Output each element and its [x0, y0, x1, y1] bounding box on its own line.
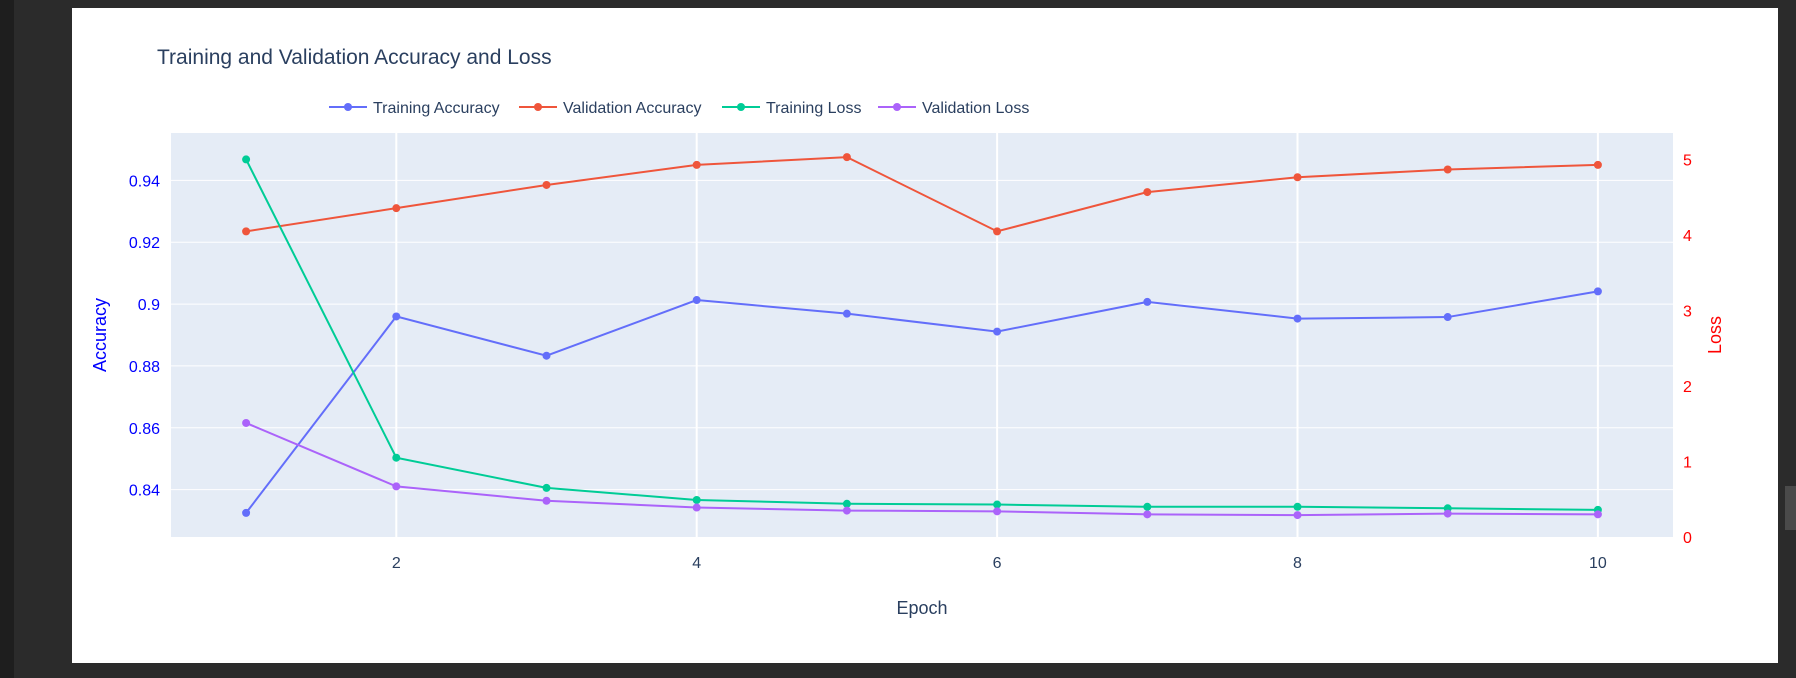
validation-loss-point [1593, 510, 1602, 519]
x-tick-label: 8 [1293, 555, 1302, 572]
y-tick-label: 0.94 [129, 173, 160, 190]
validation-accuracy-point [1593, 160, 1602, 169]
legend-label: Training Accuracy [373, 100, 500, 117]
y2-tick-label: 0 [1683, 530, 1692, 547]
y2-axis-title: Loss [1705, 316, 1725, 354]
x-tick-label: 2 [392, 555, 401, 572]
legend-label: Validation Loss [922, 100, 1029, 117]
x-tick-label: 10 [1589, 555, 1607, 572]
validation-accuracy-point [1293, 173, 1302, 182]
x-tick-label: 6 [993, 555, 1002, 572]
training-loss-point [1143, 502, 1152, 511]
training-accuracy-point [392, 312, 401, 321]
chart: Training and Validation Accuracy and Los… [90, 46, 1725, 618]
legend-label: Training Loss [766, 100, 861, 117]
training-accuracy-point [1143, 297, 1152, 306]
y2-tick-label: 4 [1683, 228, 1692, 245]
y-tick-label: 0.86 [129, 421, 160, 438]
validation-loss-point [1443, 509, 1452, 518]
validation-loss-point [542, 496, 551, 505]
legend-swatch-marker [534, 103, 542, 111]
y2-tick-label: 2 [1683, 379, 1692, 396]
training-accuracy-point [1293, 314, 1302, 323]
training-loss-point [542, 483, 551, 492]
validation-accuracy-point [1443, 165, 1452, 174]
y-tick-label: 0.9 [138, 297, 160, 314]
validation-loss-point [993, 507, 1002, 516]
legend-item-training-accuracy: Training Accuracy [329, 100, 500, 117]
legend-label: Validation Accuracy [563, 100, 701, 117]
y2-tick-label: 1 [1683, 454, 1692, 471]
legend: Training Accuracy Validation Accuracy Trai… [329, 100, 1029, 117]
y-tick-label: 0.92 [129, 235, 160, 252]
training-accuracy-point [1443, 313, 1452, 322]
legend-swatch-marker [737, 103, 745, 111]
training-accuracy-point [993, 327, 1002, 336]
y-tick-label: 0.88 [129, 359, 160, 376]
y-axis-title: Accuracy [90, 298, 110, 372]
window-left-edge [0, 0, 14, 678]
validation-loss-point [242, 418, 251, 427]
y-tick-label: 0.84 [129, 483, 160, 500]
legend-swatch-marker [344, 103, 352, 111]
validation-loss-point [692, 503, 701, 512]
legend-item-validation-loss: Validation Loss [878, 100, 1029, 117]
validation-accuracy-point [542, 180, 551, 189]
training-accuracy-point [842, 309, 851, 318]
legend-swatch-marker [893, 103, 901, 111]
validation-accuracy-point [392, 204, 401, 213]
training-accuracy-point [242, 508, 251, 517]
validation-accuracy-point [1143, 188, 1152, 197]
training-accuracy-point [692, 296, 701, 305]
training-loss-point [392, 453, 401, 462]
validation-accuracy-point [842, 153, 851, 162]
training-loss-point [242, 155, 251, 164]
validation-loss-point [392, 482, 401, 491]
training-accuracy-point [1593, 287, 1602, 296]
legend-item-training-loss: Training Loss [722, 100, 861, 117]
training-accuracy-point [542, 351, 551, 360]
chart-title: Training and Validation Accuracy and Los… [157, 46, 552, 69]
y2-tick-label: 3 [1683, 303, 1692, 320]
scrollbar-thumb[interactable] [1785, 486, 1796, 530]
validation-accuracy-point [993, 227, 1002, 236]
x-tick-label: 4 [692, 555, 701, 572]
figure-panel: Training and Validation Accuracy and Los… [72, 8, 1778, 663]
x-axis-title: Epoch [896, 598, 947, 618]
validation-loss-point [842, 506, 851, 515]
validation-loss-point [1293, 511, 1302, 520]
training-loss-point [1293, 502, 1302, 511]
validation-accuracy-point [242, 227, 251, 236]
validation-loss-point [1143, 510, 1152, 519]
y2-tick-label: 5 [1683, 152, 1692, 169]
legend-item-validation-accuracy: Validation Accuracy [519, 100, 701, 117]
validation-accuracy-point [692, 160, 701, 169]
training-loss-point [692, 495, 701, 504]
